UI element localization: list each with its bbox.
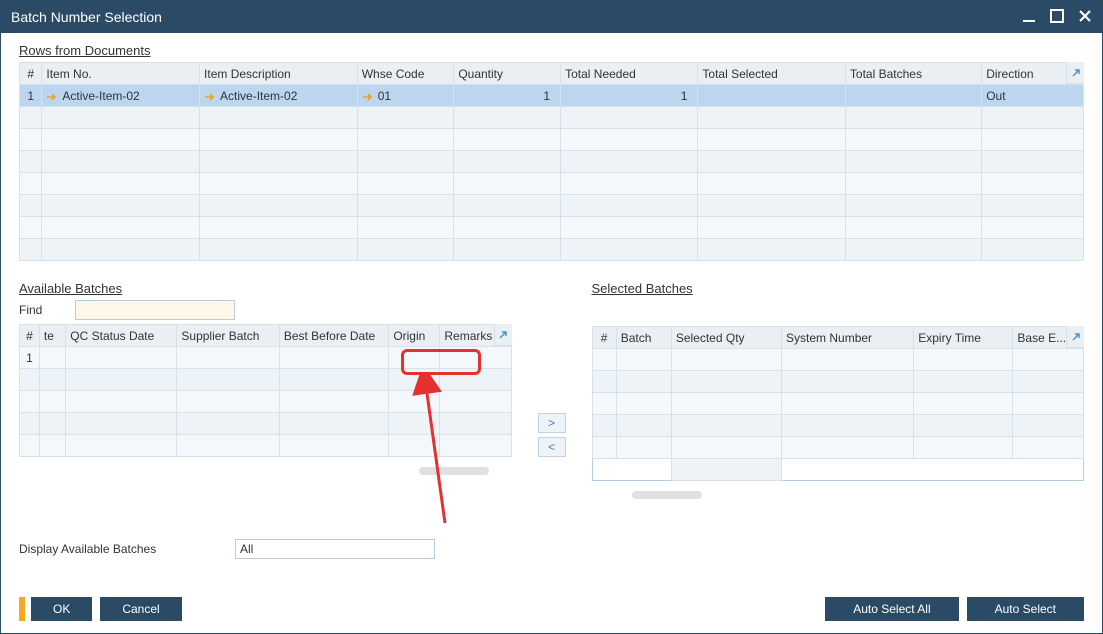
col-expiry-time[interactable]: Expiry Time xyxy=(914,327,1013,349)
col-supplier-batch[interactable]: Supplier Batch xyxy=(177,325,279,347)
minimize-icon[interactable] xyxy=(1022,9,1036,26)
col-origin[interactable]: Origin xyxy=(389,325,440,347)
cell-qty: 1 xyxy=(454,85,561,107)
available-empty-row xyxy=(20,435,512,457)
col-rownum[interactable]: # xyxy=(20,325,40,347)
documents-empty-row xyxy=(20,107,1084,129)
rows-from-documents-heading: Rows from Documents xyxy=(19,43,1084,58)
selected-empty-row xyxy=(592,349,1084,371)
display-available-select[interactable]: All xyxy=(235,539,435,559)
selected-empty-row xyxy=(592,415,1084,437)
selected-header-row: # Batch Selected Qty System Number Expir… xyxy=(592,327,1084,349)
cell-batches xyxy=(845,85,981,107)
documents-row[interactable]: 1 Active-Item-02 Active-Item-02 01 1 1 xyxy=(20,85,1084,107)
col-batch[interactable]: Batch xyxy=(616,327,671,349)
documents-grid[interactable]: # Item No. Item Description Whse Code Qu… xyxy=(19,62,1084,261)
col-qty[interactable]: Quantity xyxy=(454,63,561,85)
documents-empty-row xyxy=(20,195,1084,217)
col-selected-qty[interactable]: Selected Qty xyxy=(671,327,781,349)
col-item-desc[interactable]: Item Description xyxy=(200,63,358,85)
link-arrow-icon[interactable] xyxy=(46,89,58,103)
expand-icon[interactable] xyxy=(1066,62,1084,84)
col-rownum[interactable]: # xyxy=(20,63,42,85)
documents-empty-row xyxy=(20,173,1084,195)
hscroll-thumb[interactable] xyxy=(632,491,702,499)
auto-select-all-button[interactable]: Auto Select All xyxy=(825,597,958,621)
col-selected[interactable]: Total Selected xyxy=(698,63,845,85)
cell-whse[interactable]: 01 xyxy=(357,85,454,107)
selected-total-row xyxy=(592,459,1084,481)
selected-batches-heading: Selected Batches xyxy=(592,281,1085,296)
footer: OK Cancel Auto Select All Auto Select xyxy=(1,593,1102,633)
cell-item-desc[interactable]: Active-Item-02 xyxy=(200,85,358,107)
maximize-icon[interactable] xyxy=(1050,9,1064,26)
available-empty-row xyxy=(20,391,512,413)
col-rownum[interactable]: # xyxy=(592,327,616,349)
available-empty-row xyxy=(20,369,512,391)
ok-stripe xyxy=(19,597,25,621)
batch-selection-window: Batch Number Selection Rows from Documen… xyxy=(0,0,1103,634)
cell-rownum: 1 xyxy=(20,85,42,107)
col-item-no[interactable]: Item No. xyxy=(42,63,200,85)
col-whse[interactable]: Whse Code xyxy=(357,63,454,85)
expand-icon[interactable] xyxy=(1066,326,1084,348)
link-arrow-icon[interactable] xyxy=(204,89,216,103)
documents-empty-row xyxy=(20,217,1084,239)
available-batches-heading: Available Batches xyxy=(19,281,512,296)
cell-item-no[interactable]: Active-Item-02 xyxy=(42,85,200,107)
cell-needed: 1 xyxy=(561,85,698,107)
close-icon[interactable] xyxy=(1078,9,1092,26)
documents-empty-row xyxy=(20,151,1084,173)
documents-empty-row xyxy=(20,129,1084,151)
window-title: Batch Number Selection xyxy=(11,9,1022,25)
col-qc-status-date[interactable]: QC Status Date xyxy=(66,325,177,347)
available-header-row: # te QC Status Date Supplier Batch Best … xyxy=(20,325,512,347)
documents-empty-row xyxy=(20,239,1084,261)
move-left-button[interactable]: < xyxy=(538,437,566,457)
selected-empty-row xyxy=(592,371,1084,393)
selected-empty-row xyxy=(592,393,1084,415)
documents-header-row: # Item No. Item Description Whse Code Qu… xyxy=(20,63,1084,85)
expand-icon[interactable] xyxy=(494,324,512,346)
selected-empty-row xyxy=(592,437,1084,459)
move-right-button[interactable]: > xyxy=(538,413,566,433)
cell-direction: Out xyxy=(982,85,1084,107)
cancel-button[interactable]: Cancel xyxy=(100,597,181,621)
hscroll-thumb[interactable] xyxy=(419,467,489,475)
find-label: Find xyxy=(19,303,69,317)
col-needed[interactable]: Total Needed xyxy=(561,63,698,85)
selected-batches-grid[interactable]: # Batch Selected Qty System Number Expir… xyxy=(592,326,1085,481)
col-best-before-date[interactable]: Best Before Date xyxy=(279,325,389,347)
available-batches-grid[interactable]: # te QC Status Date Supplier Batch Best … xyxy=(19,324,512,457)
ok-button[interactable]: OK xyxy=(31,597,92,621)
link-arrow-icon[interactable] xyxy=(362,89,374,103)
col-batches[interactable]: Total Batches xyxy=(845,63,981,85)
available-empty-row xyxy=(20,413,512,435)
available-row[interactable]: 1 xyxy=(20,347,512,369)
auto-select-button[interactable]: Auto Select xyxy=(967,597,1084,621)
col-te[interactable]: te xyxy=(39,325,65,347)
find-input[interactable] xyxy=(75,300,235,320)
display-available-label: Display Available Batches xyxy=(19,542,229,556)
titlebar: Batch Number Selection xyxy=(1,1,1102,33)
col-system-number[interactable]: System Number xyxy=(782,327,914,349)
cell-selected xyxy=(698,85,845,107)
